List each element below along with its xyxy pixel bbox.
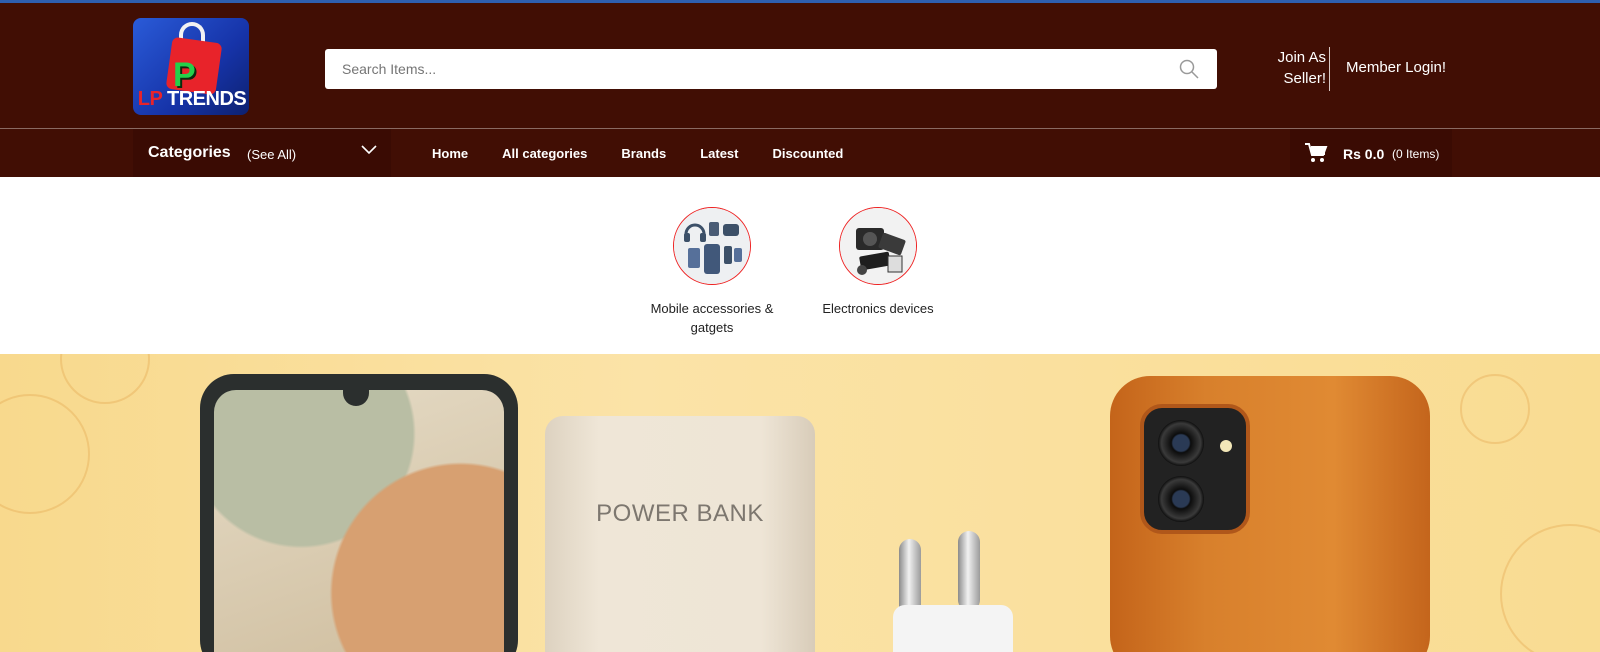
nav-link-latest[interactable]: Latest [700, 146, 738, 161]
phone-screen [214, 390, 504, 652]
categories-title: Categories [148, 144, 231, 161]
decorative-swirl [0, 394, 90, 514]
category-card-mobile-accessories[interactable]: Mobile accessories & gatgets [647, 207, 777, 337]
plug-pin [958, 531, 980, 611]
electronics-icon [840, 208, 916, 284]
decorative-swirl [60, 354, 150, 404]
nav-menu: Home All categories Brands Latest Discou… [432, 129, 877, 177]
camera-lens [1158, 476, 1204, 522]
plug-body [893, 605, 1013, 652]
cart-icon [1305, 143, 1328, 162]
camera-module [1140, 404, 1250, 534]
category-strip: Mobile accessories & gatgets Electronics… [0, 177, 1600, 353]
accessories-icon [674, 208, 750, 284]
cart-summary[interactable]: Rs 0.0 (0 Items) [1290, 129, 1452, 177]
camera-lens [1158, 420, 1204, 466]
electronics-devices-image [839, 207, 917, 285]
logo-text: LP TRENDS [136, 88, 248, 111]
site-logo[interactable]: P LP TRENDS [133, 18, 249, 115]
charger-plug-image [893, 531, 1013, 652]
category-card-electronics-devices[interactable]: Electronics devices [813, 207, 943, 337]
hero-banner[interactable]: POWER BANK [0, 354, 1600, 652]
see-all-link[interactable]: (See All) [247, 147, 296, 162]
nav-link-brands[interactable]: Brands [621, 146, 666, 161]
category-label-mobile-accessories: Mobile accessories & gatgets [650, 301, 774, 335]
cart-item-count: (0 Items) [1392, 147, 1440, 161]
leather-case-phone-image [1110, 376, 1430, 652]
search-icon[interactable] [1179, 59, 1199, 79]
decorative-swirl [1460, 374, 1530, 444]
nav-link-discounted[interactable]: Discounted [772, 146, 843, 161]
mobile-accessories-image [673, 207, 751, 285]
cart-amount: Rs 0.0 [1343, 146, 1385, 162]
nav-link-home[interactable]: Home [432, 146, 468, 161]
search-bar [325, 49, 1217, 89]
join-line-1: Join As [1277, 49, 1326, 66]
member-login-link[interactable]: Member Login! [1346, 59, 1446, 76]
power-bank-image: POWER BANK [545, 416, 815, 652]
category-label-electronics-devices: Electronics devices [822, 301, 934, 316]
logo-text-lp: LP [137, 88, 163, 110]
search-input[interactable] [325, 49, 1165, 89]
power-bank-label: POWER BANK [596, 500, 764, 527]
nav-link-all-categories[interactable]: All categories [502, 146, 587, 161]
camera-flash [1220, 440, 1232, 452]
chevron-down-icon[interactable] [361, 145, 377, 155]
join-as-seller-link[interactable]: Join As Seller! [1272, 47, 1326, 89]
decorative-swirl [1500, 524, 1600, 652]
categories-dropdown[interactable]: Categories (See All) [133, 129, 391, 177]
logo-text-trends: TRENDS [167, 88, 247, 110]
site-header: P LP TRENDS Join As Seller! Member Login… [0, 3, 1600, 129]
join-line-2: Seller! [1283, 70, 1326, 87]
smartphone-image [200, 374, 518, 652]
main-nav: Categories (See All) Home All categories… [0, 129, 1600, 177]
header-divider [1329, 47, 1330, 91]
